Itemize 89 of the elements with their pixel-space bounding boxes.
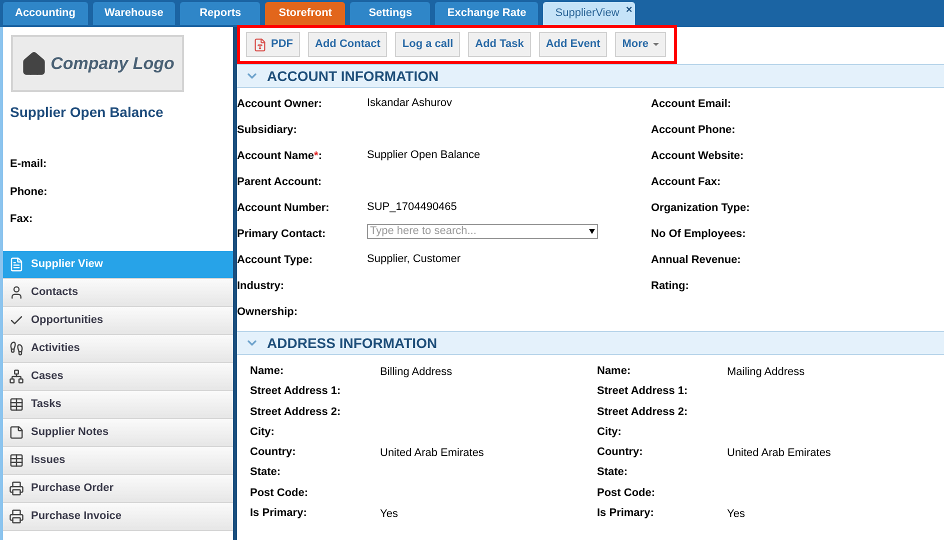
field-value: Iskandar Ashurov: [367, 96, 452, 111]
field-label: Account Email:: [651, 98, 732, 110]
field-label: Industry:: [237, 279, 286, 294]
field-label: Organization Type:: [651, 202, 750, 214]
field-label: Name:: [597, 364, 632, 379]
field-value: Billing Address: [380, 365, 452, 380]
document-icon: [9, 256, 24, 272]
tab[interactable]: Accounting: [3, 2, 88, 25]
footprints-icon: [9, 340, 24, 356]
search-dropdown[interactable]: Type here to search...: [367, 224, 598, 239]
field-label: Phone:: [10, 184, 48, 200]
nav-item[interactable]: Purchase Order: [3, 474, 233, 502]
field-label: Subsidiary:: [237, 123, 298, 138]
field-label: Annual Revenue:: [651, 254, 741, 266]
toolbar-button[interactable]: Add Contact: [308, 32, 388, 57]
toolbar-button[interactable]: More: [615, 32, 666, 57]
caret-icon: [589, 229, 595, 234]
field-label: Country:: [250, 445, 297, 460]
tab[interactable]: Warehouse: [92, 2, 176, 25]
logo-text: Company Logo: [50, 52, 174, 75]
field-label: Account Phone:: [651, 124, 736, 136]
field-value: United Arab Emirates: [727, 446, 831, 462]
field-label: Is Primary:: [250, 506, 308, 522]
tab[interactable]: Reports: [180, 2, 260, 25]
nav-item[interactable]: Tasks: [3, 390, 233, 418]
nav-item[interactable]: Activities: [3, 334, 233, 362]
tab[interactable]: Storefront: [265, 2, 346, 25]
field-label: Account Number:: [237, 201, 330, 216]
field-label: Post Code:: [597, 486, 656, 501]
field-label: Fax:: [10, 212, 34, 227]
field-label: Account Name*:: [237, 149, 323, 164]
field-label: Account Type:: [237, 253, 314, 268]
nav-item[interactable]: Supplier Notes: [3, 418, 233, 446]
org-chart-icon: [9, 368, 24, 384]
field-label: City:: [250, 424, 276, 440]
toolbar-button[interactable]: Add Task: [468, 32, 531, 57]
nav-item[interactable]: Cases: [3, 362, 233, 390]
nav-item[interactable]: Opportunities: [3, 306, 233, 334]
printer-icon: [9, 508, 24, 524]
field-label: State:: [250, 465, 282, 480]
field-label: Country:: [597, 445, 644, 460]
field-value: Mailing Address: [727, 365, 805, 380]
field-label: Street Address 1:: [597, 384, 689, 400]
person-icon: [9, 284, 24, 300]
field-label: Street Address 2:: [597, 404, 689, 420]
field-label: Primary Contact:: [237, 227, 327, 242]
field-value: SUP_1704490465: [367, 200, 457, 215]
section-title: ADDRESS INFORMATION: [267, 334, 438, 352]
toolbar-button[interactable]: Add Event: [538, 32, 608, 57]
field-label: Ownership:: [237, 305, 299, 320]
field-label: No Of Employees:: [651, 228, 746, 240]
caret-icon: [652, 43, 659, 46]
section-header[interactable]: ADDRESS INFORMATION: [237, 331, 944, 355]
tab[interactable]: Exchange Rate: [435, 2, 538, 25]
toolbar-button[interactable]: Log a call: [395, 32, 460, 57]
field-value: Supplier, Customer: [367, 252, 461, 267]
field-label: Post Code:: [250, 486, 310, 501]
field-value: Supplier Open Balance: [367, 148, 480, 163]
table-icon: [9, 452, 24, 468]
table-icon: [9, 396, 24, 412]
tab[interactable]: Settings: [350, 2, 430, 25]
nav-item[interactable]: Purchase Invoice: [3, 502, 233, 530]
field-label: Account Website:: [651, 150, 744, 162]
field-label: State:: [597, 465, 629, 480]
field-label: Street Address 2:: [250, 404, 342, 420]
field-label: E-mail:: [10, 157, 48, 172]
search-field[interactable]: Type here to search...: [370, 223, 570, 240]
tab[interactable]: SupplierView ×: [543, 2, 636, 25]
toolbar-button[interactable]: PDF: [246, 32, 300, 57]
field-value: United Arab Emirates: [380, 446, 484, 462]
nav-item[interactable]: Contacts: [3, 278, 233, 306]
field-label: Is Primary:: [597, 506, 655, 522]
field-label: Account Fax:: [651, 176, 721, 188]
note-icon: [9, 424, 24, 440]
printer-icon: [9, 480, 24, 496]
field-label: Street Address 1:: [250, 384, 342, 400]
field-label: Account Owner:: [237, 97, 323, 112]
field-label: Name:: [250, 364, 285, 379]
field-value: Yes: [727, 507, 745, 522]
section-title: ACCOUNT INFORMATION: [267, 66, 439, 86]
supplier-name: Supplier Open Balance: [9, 103, 164, 122]
section-header[interactable]: ACCOUNT INFORMATION: [237, 64, 944, 88]
field-label: Parent Account:: [237, 175, 323, 190]
field-label: Rating:: [651, 280, 689, 292]
house-icon: [20, 50, 47, 76]
close-button[interactable]: ×: [626, 2, 632, 18]
nav-item[interactable]: Issues: [3, 446, 233, 474]
field-value: Yes: [380, 507, 398, 522]
field-label: City:: [597, 424, 622, 440]
